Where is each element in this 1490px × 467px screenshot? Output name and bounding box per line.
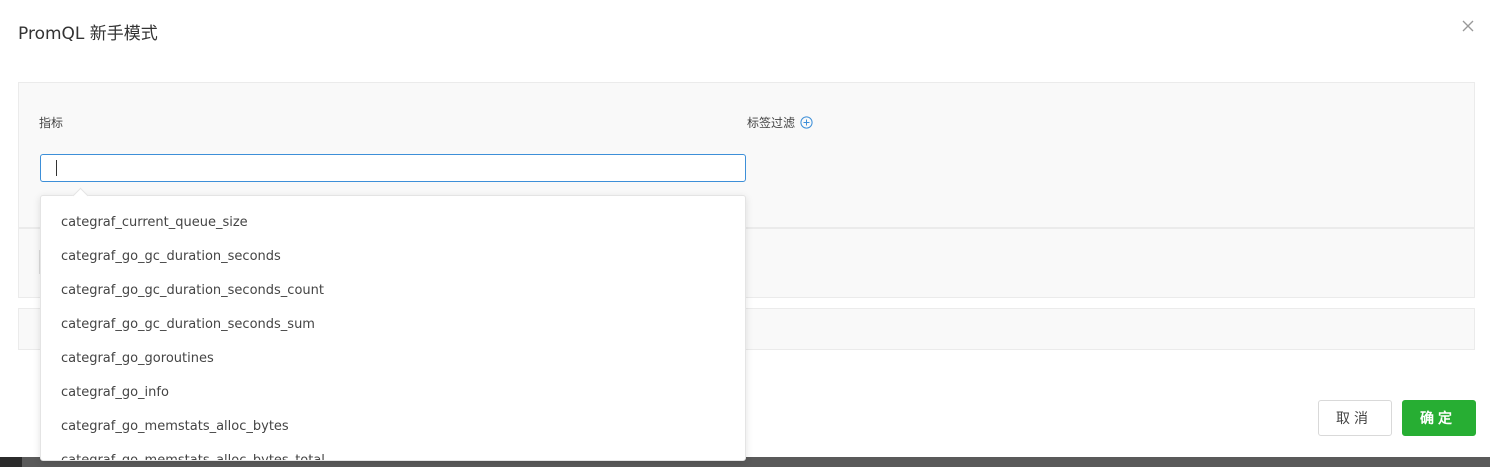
background-sidebar-edge xyxy=(0,457,22,467)
suggestion-item[interactable]: categraf_current_queue_size xyxy=(41,206,745,240)
suggestion-item[interactable]: categraf_go_memstats_alloc_bytes_total xyxy=(41,444,745,460)
plus-circle-icon[interactable] xyxy=(800,114,813,129)
dialog-title: PromQL 新手模式 xyxy=(18,24,158,44)
suggestion-list: categraf_current_queue_size categraf_go_… xyxy=(41,196,745,460)
suggestion-item[interactable]: categraf_go_memstats_alloc_bytes xyxy=(41,410,745,444)
text-caret xyxy=(56,160,57,176)
close-icon[interactable] xyxy=(1460,18,1476,34)
metric-search-input[interactable] xyxy=(40,154,746,182)
promql-builder-dialog: PromQL 新手模式 指标 标签过滤 categraf_current_que… xyxy=(0,0,1490,467)
metric-label: 指标 xyxy=(39,116,64,130)
suggestion-item[interactable]: categraf_go_goroutines xyxy=(41,342,745,376)
suggestion-item[interactable]: categraf_go_info xyxy=(41,376,745,410)
suggestion-item[interactable]: categraf_go_gc_duration_seconds_count xyxy=(41,274,745,308)
label-filter-label: 标签过滤 xyxy=(747,116,796,130)
cancel-button[interactable]: 取消 xyxy=(1318,400,1392,436)
suggestion-item[interactable]: categraf_go_gc_duration_seconds xyxy=(41,240,745,274)
ok-button[interactable]: 确定 xyxy=(1402,400,1476,436)
suggestion-item[interactable]: categraf_go_gc_duration_seconds_sum xyxy=(41,308,745,342)
metric-suggestions-dropdown[interactable]: categraf_current_queue_size categraf_go_… xyxy=(40,195,746,461)
